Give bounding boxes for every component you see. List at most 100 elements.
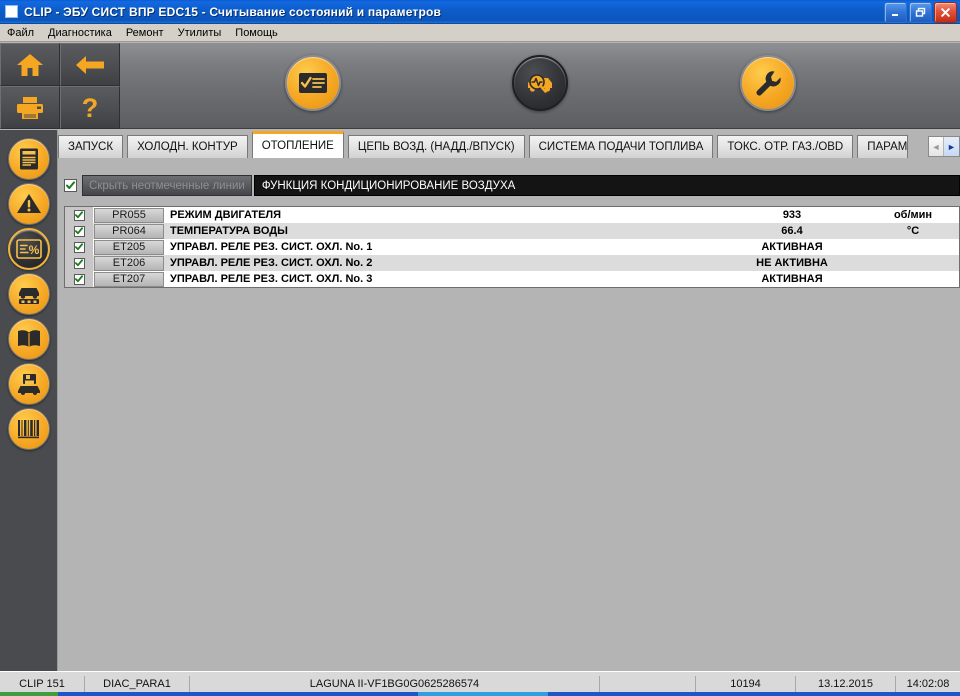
status-date: 13.12.2015 xyxy=(796,675,896,693)
row-checkbox[interactable] xyxy=(73,225,85,237)
taskline-blue xyxy=(58,692,418,696)
row-checkbox[interactable] xyxy=(73,241,85,253)
row-label: УПРАВЛ. РЕЛЕ РЕЗ. СИСТ. ОХЛ. No. 2 xyxy=(170,257,373,269)
status-screen-id: DIAC_PARA1 xyxy=(85,675,190,693)
wrench-icon xyxy=(756,71,781,96)
status-vehicle-vin: LAGUNA II-VF1BG0G0625286574 xyxy=(190,675,600,693)
percent-list-icon: % xyxy=(16,239,42,259)
repair-tools-button[interactable] xyxy=(740,55,796,111)
row-label: УПРАВЛ. РЕЛЕ РЕЗ. СИСТ. ОХЛ. No. 1 xyxy=(170,241,373,253)
row-checkbox[interactable] xyxy=(73,257,85,269)
checkmark-icon xyxy=(75,227,83,235)
row-id: ET205 xyxy=(94,239,164,255)
taskline-cyan xyxy=(418,692,548,696)
home-button[interactable] xyxy=(0,43,60,86)
menu-item-utilities[interactable]: Утилиты xyxy=(171,25,229,41)
printer-icon xyxy=(17,96,43,119)
hide-unchecked-button[interactable]: Скрыть неотмеченные линии xyxy=(82,175,252,196)
row-label: РЕЖИМ ДВИГАТЕЛЯ xyxy=(170,209,282,221)
minimize-button[interactable] xyxy=(884,2,907,23)
toolbar-button-grid: ? xyxy=(0,43,120,129)
filter-row: Скрыть неотмеченные линии ФУНКЦИЯ КОНДИЦ… xyxy=(64,174,960,197)
checkmark-icon xyxy=(75,259,83,267)
sidebar-item-report[interactable] xyxy=(8,138,50,180)
row-checkbox[interactable] xyxy=(73,209,85,221)
barcode-icon xyxy=(18,420,39,439)
sidebar-item-barcode[interactable] xyxy=(8,408,50,450)
row-id: PR055 xyxy=(94,207,164,223)
table-row[interactable]: PR055 РЕЖИМ ДВИГАТЕЛЯ 933 об/мин xyxy=(65,207,959,223)
svg-text:?: ? xyxy=(82,93,99,123)
tab-scroll-right-button[interactable]: ► xyxy=(944,137,959,156)
status-spacer xyxy=(600,675,696,693)
status-time: 14:02:08 xyxy=(906,678,950,690)
row-value: 66.4 xyxy=(781,225,803,237)
car-scan-icon xyxy=(528,74,552,93)
tab-air-circuit[interactable]: ЦЕПЬ ВОЗД. (НАДД./ВПУСК) xyxy=(347,135,525,158)
app-icon xyxy=(5,5,18,18)
sidebar-item-ecu[interactable] xyxy=(8,273,50,315)
menu-item-diagnostics[interactable]: Диагностика xyxy=(41,25,119,41)
row-checkbox[interactable] xyxy=(73,273,85,285)
status-clip-version: CLIP 151 xyxy=(0,675,85,693)
table-row[interactable]: ET206 УПРАВЛ. РЕЛЕ РЕЗ. СИСТ. ОХЛ. No. 2… xyxy=(65,255,959,271)
tab-scroll-controls: ◄ ► xyxy=(928,136,960,157)
table-row[interactable]: ET205 УПРАВЛ. РЕЛЕ РЕЗ. СИСТ. ОХЛ. No. 1… xyxy=(65,239,959,255)
taskline-green xyxy=(0,692,58,696)
table-row[interactable]: ET207 УПРАВЛ. РЕЛЕ РЕЗ. СИСТ. ОХЛ. No. 3… xyxy=(65,271,959,287)
function-title-bar: ФУНКЦИЯ КОНДИЦИОНИРОВАНИЕ ВОЗДУХА xyxy=(253,175,960,196)
vehicle-diagnostic-button[interactable] xyxy=(512,55,568,111)
tab-zapusk[interactable]: ЗАПУСК xyxy=(58,135,124,158)
row-value: 933 xyxy=(782,209,802,221)
parameters-table: PR055 РЕЖИМ ДВИГАТЕЛЯ 933 об/мин PR064 Т… xyxy=(64,206,960,288)
restore-button[interactable] xyxy=(909,2,932,23)
tab-cold-circuit[interactable]: ХОЛОДН. КОНТУР xyxy=(127,135,248,158)
row-value: АКТИВНАЯ xyxy=(761,273,823,285)
row-id: ET206 xyxy=(94,255,164,271)
row-checkbox-cell[interactable] xyxy=(65,271,93,287)
book-icon xyxy=(18,330,40,347)
back-button[interactable] xyxy=(60,43,120,86)
help-button[interactable]: ? xyxy=(60,86,120,129)
left-sidebar: % xyxy=(0,130,58,671)
checkmark-icon xyxy=(75,275,83,283)
row-label: ТЕМПЕРАТУРА ВОДЫ xyxy=(170,225,288,237)
table-row[interactable]: PR064 ТЕМПЕРАТУРА ВОДЫ 66.4 °C xyxy=(65,223,959,239)
clip-application-window: CLIP - ЭБУ СИСТ ВПР EDC15 - Считывание с… xyxy=(0,0,960,696)
car-save-icon xyxy=(18,374,40,395)
sidebar-item-parameters[interactable]: % xyxy=(8,228,50,270)
checklist-button[interactable] xyxy=(285,55,341,111)
row-unit: об/мин xyxy=(893,209,933,221)
sidebar-item-faults[interactable] xyxy=(8,183,50,225)
row-checkbox-cell[interactable] xyxy=(65,255,93,271)
hide-unchecked-checkbox[interactable] xyxy=(64,179,77,192)
row-value: АКТИВНАЯ xyxy=(761,241,823,253)
tab-fuel-supply[interactable]: СИСТЕМА ПОДАЧИ ТОПЛИВА xyxy=(528,135,714,158)
menu-item-repair[interactable]: Ремонт xyxy=(119,25,171,41)
document-icon xyxy=(20,148,38,170)
tab-scroll-left-button[interactable]: ◄ xyxy=(929,137,944,156)
row-value: НЕ АКТИВНА xyxy=(756,257,828,269)
sidebar-item-save-vehicle[interactable] xyxy=(8,363,50,405)
tab-parameters[interactable]: ПАРАМ xyxy=(857,135,909,158)
row-checkbox-cell[interactable] xyxy=(65,223,93,239)
question-mark-icon: ? xyxy=(82,93,99,123)
home-icon xyxy=(17,53,43,76)
checkmark-icon xyxy=(66,181,75,189)
content-panel: Скрыть неотмеченные линии ФУНКЦИЯ КОНДИЦ… xyxy=(58,158,960,671)
svg-text:%: % xyxy=(29,243,40,257)
row-id: ET207 xyxy=(94,271,164,287)
tab-emissions-obd[interactable]: ТОКС. ОТР. ГАЗ./OBD xyxy=(717,135,854,158)
row-checkbox-cell[interactable] xyxy=(65,207,93,223)
row-id: PR064 xyxy=(94,223,164,239)
menu-item-help[interactable]: Помощь xyxy=(228,25,285,41)
row-checkbox-cell[interactable] xyxy=(65,239,93,255)
menu-item-file[interactable]: Файл xyxy=(0,25,41,41)
tab-heating[interactable]: ОТОПЛЕНИЕ xyxy=(251,131,344,158)
row-label: УПРАВЛ. РЕЛЕ РЕЗ. СИСТ. ОХЛ. No. 3 xyxy=(170,273,373,285)
car-ecu-icon xyxy=(19,288,39,304)
close-button[interactable] xyxy=(934,2,957,23)
sidebar-item-documentation[interactable] xyxy=(8,318,50,360)
print-button[interactable] xyxy=(0,86,60,129)
checklist-icon xyxy=(299,73,327,93)
